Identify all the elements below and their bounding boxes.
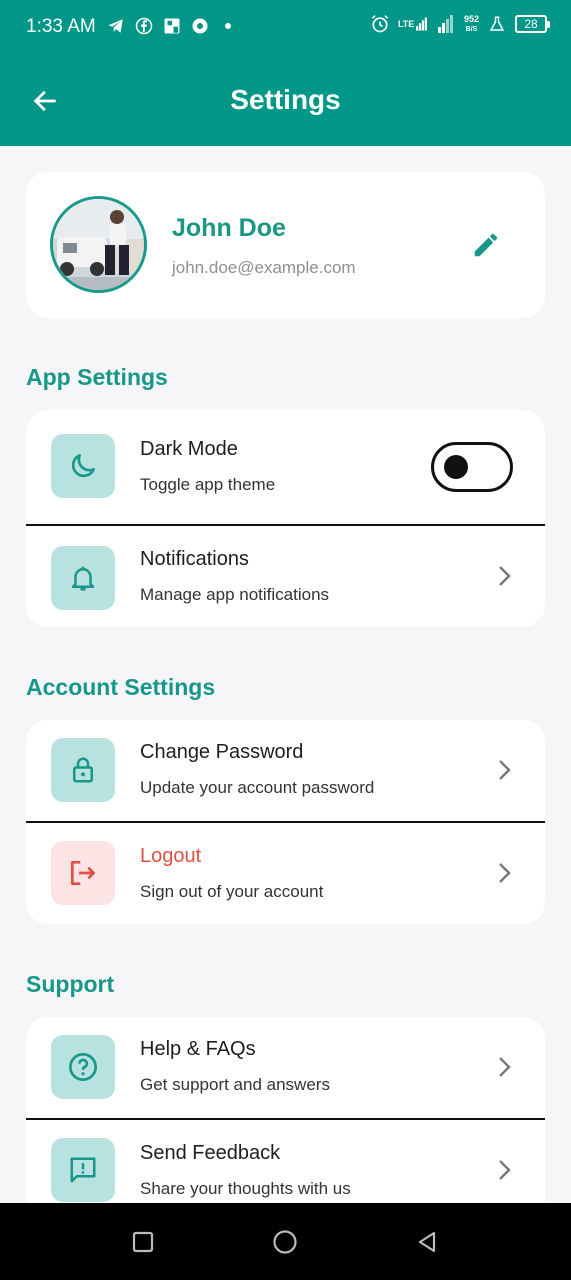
icon-box	[51, 1035, 115, 1099]
chevron-right-icon	[495, 1156, 515, 1184]
settings-row-logout[interactable]: Logout Sign out of your account	[26, 821, 545, 924]
app-bar: Settings	[0, 58, 571, 146]
row-subtitle: Toggle app theme	[140, 475, 276, 494]
chevron-right-icon	[495, 562, 515, 590]
settings-row-help-faqs[interactable]: Help & FAQs Get support and answers	[26, 1017, 545, 1118]
row-subtitle: Share your thoughts with us	[140, 1179, 351, 1198]
row-subtitle: Update your account password	[140, 778, 375, 797]
status-right-icons: LTE 952 B/S 28	[370, 13, 550, 34]
back-nav-button[interactable]	[410, 1225, 444, 1259]
icon-box	[51, 434, 115, 498]
row-title: Dark Mode	[140, 438, 238, 460]
icon-box	[51, 841, 115, 905]
app-settings-card: Dark Mode Toggle app theme Notifications…	[26, 410, 545, 627]
dot-icon	[218, 16, 238, 36]
system-nav-bar	[0, 1203, 571, 1280]
row-title: Send Feedback	[140, 1142, 281, 1164]
help-circle-icon	[69, 1053, 97, 1081]
icon-box	[51, 546, 115, 610]
profile-card: John Doe john.doe@example.com	[26, 172, 545, 318]
circle-home-icon	[273, 1230, 297, 1254]
lock-icon	[73, 757, 93, 783]
profile-email: john.doe@example.com	[172, 258, 356, 277]
triangle-back-icon	[418, 1231, 436, 1253]
pencil-icon	[474, 233, 498, 257]
signal-icon: LTE	[398, 14, 428, 34]
row-subtitle: Sign out of your account	[140, 882, 324, 901]
settings-row-send-feedback[interactable]: Send Feedback Share your thoughts with u…	[26, 1118, 545, 1203]
chevron-right-icon	[495, 756, 515, 784]
settings-row-notifications[interactable]: Notifications Manage app notifications	[26, 524, 545, 627]
network-type: LTE	[397, 18, 415, 29]
net-speed: 952 B/S	[463, 13, 479, 34]
row-title: Logout	[140, 845, 202, 867]
logout-icon	[71, 861, 95, 885]
row-subtitle: Manage app notifications	[140, 585, 330, 604]
home-button[interactable]	[268, 1225, 302, 1259]
row-subtitle: Get support and answers	[140, 1075, 330, 1094]
net-speed-value: 952	[463, 13, 479, 24]
chevron-right-icon	[495, 1053, 515, 1081]
telegram-icon	[106, 16, 126, 36]
feedback-icon	[70, 1157, 96, 1183]
page-title: Settings	[230, 84, 341, 115]
facebook-page-icon	[162, 16, 182, 36]
settings-row-dark-mode[interactable]: Dark Mode Toggle app theme	[26, 410, 545, 524]
row-title: Change Password	[140, 741, 304, 763]
profile-name: John Doe	[172, 214, 286, 242]
toggle-knob	[444, 455, 468, 479]
account-settings-card: Change Password Update your account pass…	[26, 720, 545, 924]
alarm-icon	[370, 14, 390, 34]
settings-row-change-password[interactable]: Change Password Update your account pass…	[26, 720, 545, 821]
edit-profile-button[interactable]	[469, 228, 503, 262]
flask-icon	[487, 14, 507, 34]
chevron-right-icon	[495, 859, 515, 887]
recents-button[interactable]	[126, 1225, 160, 1259]
dark-mode-toggle[interactable]	[431, 442, 513, 492]
row-title: Notifications	[140, 548, 249, 570]
icon-box	[51, 1138, 115, 1202]
section-title-app-settings: App Settings	[26, 364, 168, 390]
square-recents-icon	[132, 1231, 154, 1253]
icon-box	[51, 738, 115, 802]
facebook-icon	[134, 16, 154, 36]
chrome-icon	[190, 16, 210, 36]
section-title-support: Support	[26, 971, 115, 997]
status-left-icons	[106, 16, 238, 36]
status-time: 1:33 AM	[26, 16, 96, 37]
net-speed-unit: B/S	[465, 25, 478, 33]
avatar	[50, 196, 147, 293]
support-card: Help & FAQs Get support and answers Send…	[26, 1017, 545, 1203]
moon-icon	[71, 454, 95, 478]
status-bar: 1:33 AM LTE 952 B/S 28	[0, 0, 571, 58]
section-title-account-settings: Account Settings	[26, 674, 216, 700]
bell-icon	[71, 566, 95, 591]
signal-icon	[436, 14, 456, 34]
app-header: 1:33 AM LTE 952 B/S 28 Settings	[0, 0, 571, 146]
battery-icon: 28	[515, 15, 550, 33]
row-title: Help & FAQs	[140, 1038, 256, 1060]
